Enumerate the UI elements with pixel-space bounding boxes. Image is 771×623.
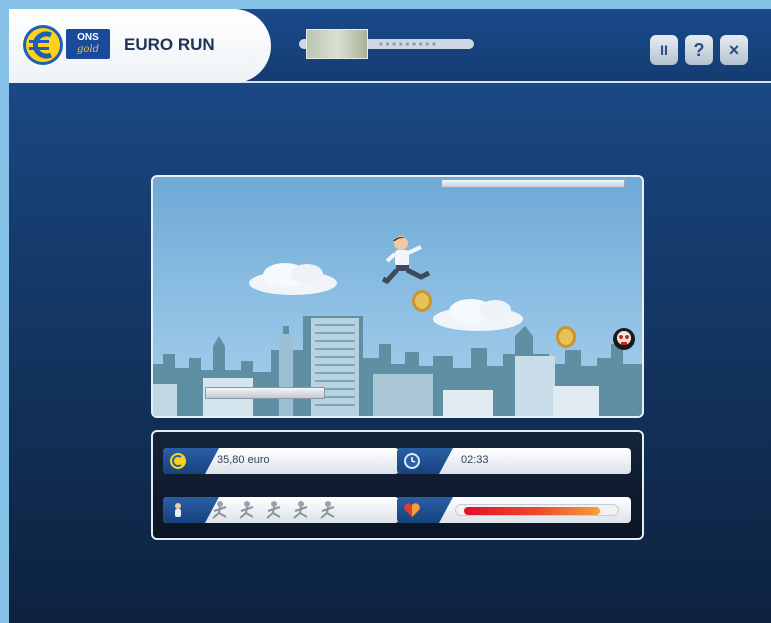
health-icon-tab	[397, 497, 453, 523]
time-value: 02:33	[461, 454, 489, 466]
money-icon-tab	[163, 448, 219, 474]
person-icon	[175, 503, 181, 517]
progress-dots: ■■■■■■■■■	[379, 42, 439, 48]
health-display	[397, 497, 631, 523]
ground-platform	[205, 387, 325, 399]
health-bar-track	[455, 504, 619, 516]
runner-character	[381, 236, 431, 285]
euro-coin-icon	[170, 453, 186, 469]
gold-coin-icon	[412, 290, 432, 312]
money-value: 35,80 euro	[217, 454, 270, 466]
money-display: 35,80 euro	[163, 448, 399, 474]
gold-coin-icon	[556, 326, 576, 348]
help-button[interactable]: ?	[685, 35, 713, 65]
header-bar: ONS gold EURO RUN ■■■■■■■■■ II ? ×	[9, 9, 771, 83]
game-frame: ONS gold EURO RUN ■■■■■■■■■ II ? × 35,80…	[9, 9, 771, 623]
brand-badge: ONS gold	[66, 29, 110, 59]
pause-button[interactable]: II	[650, 35, 678, 65]
lives-runner-icons	[212, 501, 335, 519]
skull-enemy-icon	[613, 328, 635, 350]
close-button[interactable]: ×	[720, 35, 748, 65]
life-runner-icon	[266, 501, 281, 519]
city-skyline	[153, 316, 642, 416]
health-bar-fill	[464, 507, 600, 515]
time-display: 02:33	[397, 448, 631, 474]
brand-line2: gold	[76, 44, 100, 55]
euro-logo-icon	[23, 25, 63, 65]
life-runner-icon	[320, 501, 335, 519]
cloud	[249, 263, 337, 295]
life-runner-icon	[212, 501, 227, 519]
clock-icon	[404, 453, 420, 469]
life-runner-icon	[239, 501, 254, 519]
brand-line1: ONS	[77, 32, 99, 43]
time-icon-tab	[397, 448, 453, 474]
life-runner-icon	[293, 501, 308, 519]
game-title: EURO RUN	[124, 35, 215, 54]
logo-panel: ONS gold EURO RUN	[9, 9, 271, 83]
game-scene[interactable]	[151, 175, 644, 418]
lives-display	[163, 497, 399, 523]
level-progress-thumbnail	[306, 29, 368, 59]
heart-icon	[404, 503, 420, 517]
floating-platform	[441, 179, 625, 188]
hud-panel: 35,80 euro 02:33	[151, 430, 644, 540]
